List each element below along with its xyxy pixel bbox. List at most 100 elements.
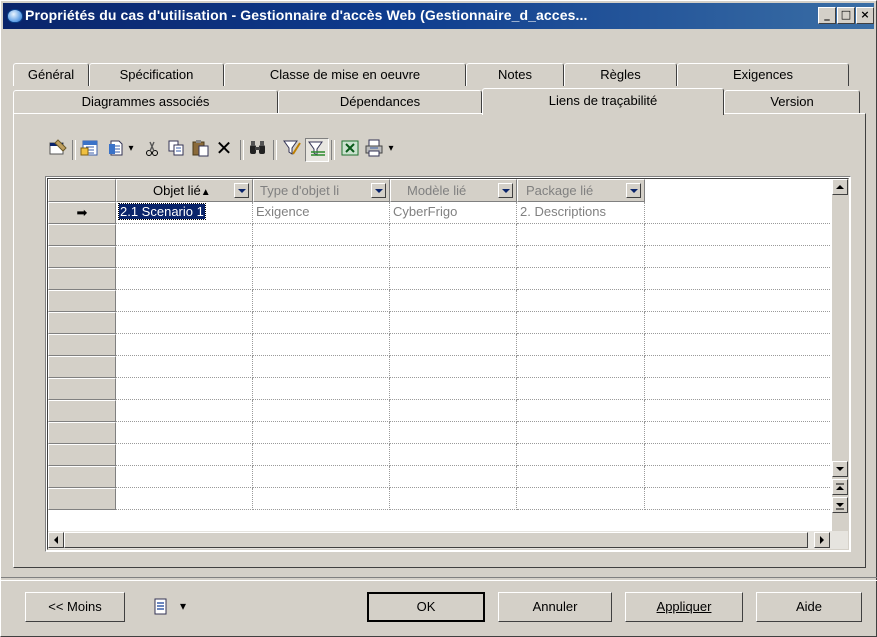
- grid-cell-empty[interactable]: [390, 488, 517, 510]
- grid-cell-empty[interactable]: [517, 400, 645, 422]
- row-header[interactable]: [48, 290, 116, 312]
- grid-cell-empty[interactable]: [116, 268, 253, 290]
- grid-cell-empty[interactable]: [517, 422, 645, 444]
- grid-cell-empty[interactable]: [116, 356, 253, 378]
- grid-cell-empty[interactable]: [645, 334, 830, 356]
- find-icon[interactable]: [247, 138, 269, 160]
- maximize-button[interactable]: □: [837, 7, 855, 24]
- grid-cell-empty[interactable]: [645, 400, 830, 422]
- grid-cell-empty[interactable]: [116, 400, 253, 422]
- grid-cell-empty[interactable]: [116, 290, 253, 312]
- tab-associated-diagrams[interactable]: Diagrammes associés: [13, 90, 278, 113]
- grid-cell-empty[interactable]: [390, 422, 517, 444]
- filter-icon[interactable]: [281, 138, 303, 160]
- grid-cell-empty[interactable]: [517, 334, 645, 356]
- column-header-linked-object[interactable]: Objet lié▲: [116, 179, 253, 202]
- grid-cell-empty[interactable]: [390, 466, 517, 488]
- tab-dependencies[interactable]: Dépendances: [278, 90, 482, 113]
- cancel-button[interactable]: Annuler: [498, 592, 612, 622]
- tab-rules[interactable]: Règles: [564, 63, 677, 86]
- grid-cell-empty[interactable]: [390, 356, 517, 378]
- row-header[interactable]: [48, 378, 116, 400]
- properties-icon[interactable]: [47, 138, 69, 160]
- grid-cell-empty[interactable]: [517, 356, 645, 378]
- row-header[interactable]: [48, 246, 116, 268]
- scroll-down-icon[interactable]: [832, 461, 848, 477]
- grid-cell-empty[interactable]: [253, 422, 390, 444]
- grid-cell-empty[interactable]: [253, 334, 390, 356]
- minimize-button[interactable]: _: [818, 7, 836, 24]
- grid-cell-empty[interactable]: [390, 224, 517, 246]
- grid-cell-empty[interactable]: [645, 246, 830, 268]
- column-header-object-type[interactable]: Type d'objet li: [253, 179, 390, 202]
- grid-cell-empty[interactable]: [390, 400, 517, 422]
- grid-cell-empty[interactable]: [253, 488, 390, 510]
- grid-cell-empty[interactable]: [645, 422, 830, 444]
- tab-general[interactable]: Général: [13, 63, 89, 86]
- grid-cell-empty[interactable]: [517, 224, 645, 246]
- add-objects-icon[interactable]: [79, 138, 101, 160]
- grid-cell-empty[interactable]: [116, 466, 253, 488]
- tab-implementation-class[interactable]: Classe de mise en oeuvre: [224, 63, 466, 86]
- column-header-linked-package[interactable]: Package lié: [517, 179, 645, 202]
- row-header[interactable]: [48, 224, 116, 246]
- grid-cell-empty[interactable]: [517, 444, 645, 466]
- excel-icon[interactable]: [339, 138, 361, 160]
- grid-cell-empty[interactable]: [517, 290, 645, 312]
- row-header-current[interactable]: ➡: [48, 202, 116, 224]
- dropdown-icon[interactable]: ▾: [385, 138, 397, 160]
- grid-cell-empty[interactable]: [645, 312, 830, 334]
- customize-columns-icon[interactable]: [305, 138, 329, 162]
- horizontal-scroll-thumb[interactable]: [64, 532, 808, 548]
- tab-version[interactable]: Version: [724, 90, 860, 113]
- grid-cell-empty[interactable]: [645, 224, 830, 246]
- grid-cell-empty[interactable]: [645, 488, 830, 510]
- cell-linked-package[interactable]: 2. Descriptions: [517, 202, 645, 224]
- column-header-linked-model[interactable]: Modèle lié: [390, 179, 517, 202]
- row-header[interactable]: [48, 400, 116, 422]
- grid-cell-empty[interactable]: [116, 312, 253, 334]
- scroll-right-icon[interactable]: [814, 532, 830, 548]
- grid-cell-empty[interactable]: [645, 378, 830, 400]
- grid-cell-empty[interactable]: [517, 246, 645, 268]
- dropdown-icon[interactable]: ▾: [125, 138, 137, 160]
- cell-text[interactable]: 2.1 Scenario 1: [118, 203, 206, 220]
- grid-cell-empty[interactable]: [253, 268, 390, 290]
- grid-cell-empty[interactable]: [253, 312, 390, 334]
- grid-cell-empty[interactable]: [517, 488, 645, 510]
- print-icon[interactable]: [363, 138, 385, 160]
- grid-cell-empty[interactable]: [116, 488, 253, 510]
- apply-button[interactable]: Appliquer: [625, 592, 743, 622]
- grid-cell-empty[interactable]: [253, 224, 390, 246]
- column-filter-dropdown-icon[interactable]: [626, 183, 641, 198]
- grid-cell-empty[interactable]: [116, 224, 253, 246]
- less-button[interactable]: << Moins: [25, 592, 125, 622]
- grid-cell-empty[interactable]: [253, 400, 390, 422]
- row-header[interactable]: [48, 466, 116, 488]
- grid-cell-empty[interactable]: [645, 356, 830, 378]
- grid-cell-empty[interactable]: [390, 312, 517, 334]
- new-link-icon[interactable]: [105, 138, 127, 160]
- grid-cell-empty[interactable]: [645, 466, 830, 488]
- column-filter-dropdown-icon[interactable]: [371, 183, 386, 198]
- row-header[interactable]: [48, 268, 116, 290]
- grid-cell-empty[interactable]: [645, 290, 830, 312]
- horizontal-scrollbar[interactable]: [48, 531, 848, 549]
- grid-cell-empty[interactable]: [253, 466, 390, 488]
- grid-cell-empty[interactable]: [116, 444, 253, 466]
- grid-cell-empty[interactable]: [517, 268, 645, 290]
- tab-specification[interactable]: Spécification: [89, 63, 224, 86]
- grid-cell-empty[interactable]: [253, 444, 390, 466]
- tab-traceability-links[interactable]: Liens de traçabilité: [482, 88, 724, 115]
- grid-cell-empty[interactable]: [253, 356, 390, 378]
- grid-cell-empty[interactable]: [253, 290, 390, 312]
- copy-icon[interactable]: [165, 138, 187, 160]
- cut-icon[interactable]: [141, 138, 163, 160]
- grid-cell-empty[interactable]: [517, 378, 645, 400]
- grid-cell-empty[interactable]: [390, 378, 517, 400]
- ok-button[interactable]: OK: [367, 592, 485, 622]
- scroll-page-up-icon[interactable]: [832, 479, 848, 495]
- grid-cell-empty[interactable]: [645, 268, 830, 290]
- scroll-page-down-icon[interactable]: [832, 497, 848, 513]
- tab-notes[interactable]: Notes: [466, 63, 564, 86]
